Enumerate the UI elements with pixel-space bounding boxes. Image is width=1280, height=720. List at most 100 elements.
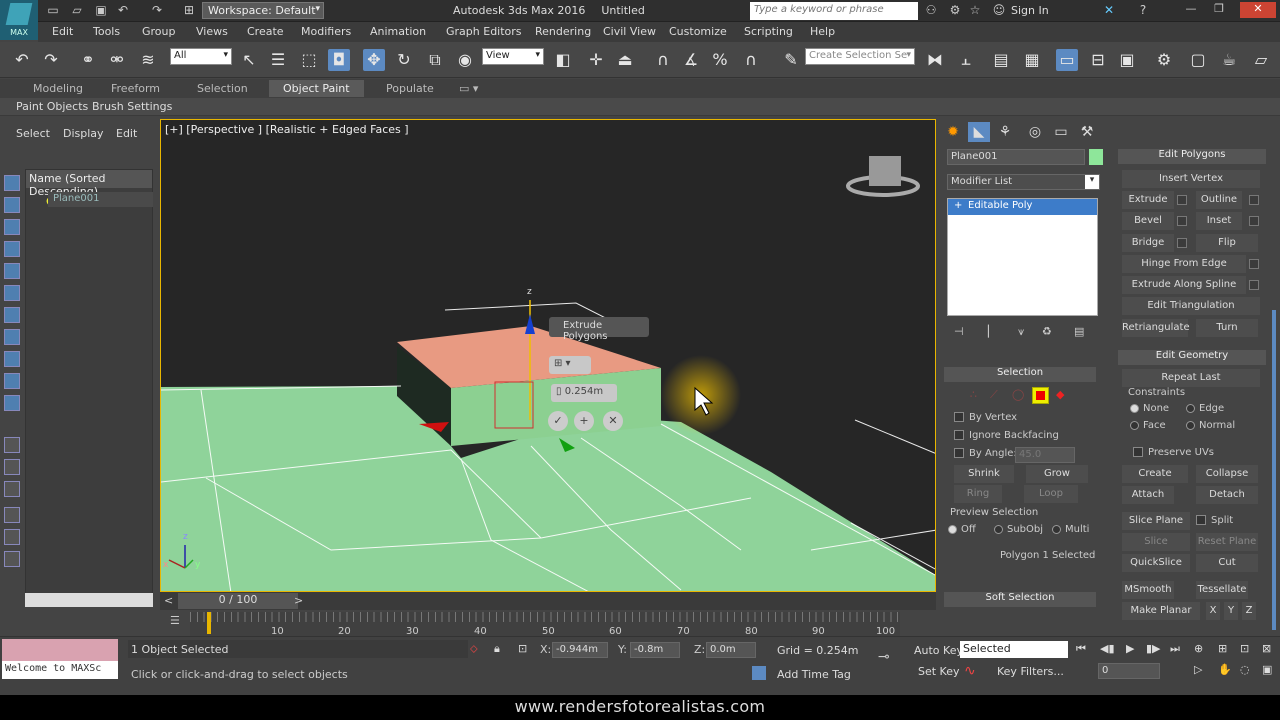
set-keys-icon[interactable]: ∿ [964, 663, 976, 679]
preview-subobj-radio[interactable]: SubObj [994, 524, 1043, 535]
link-icon[interactable]: ⚭ [77, 49, 99, 71]
material-editor-icon[interactable]: ▣ [1116, 49, 1138, 71]
cut-button[interactable]: Cut [1196, 554, 1258, 572]
scale-icon[interactable]: ⧉ [424, 49, 446, 71]
manipulate-icon[interactable]: ✛ [585, 49, 607, 71]
display-shapes-icon[interactable] [4, 219, 20, 235]
planar-z-button[interactable]: Z [1242, 602, 1256, 620]
polygon-mode-icon[interactable] [1032, 387, 1049, 404]
tab-selection[interactable]: Selection [197, 82, 248, 95]
set-key-button[interactable]: Set Key [918, 665, 960, 678]
edit-triangulation-button[interactable]: Edit Triangulation [1122, 297, 1260, 315]
zoom-extents-all-icon[interactable]: ⊠ [1262, 642, 1271, 655]
edit-polygons-header[interactable]: Edit Polygons [1118, 149, 1266, 164]
modifier-list-dropdown[interactable]: Modifier List ▾ [947, 174, 1100, 190]
gizmo-z-arrow[interactable] [525, 314, 535, 334]
shrink-button[interactable]: Shrink [954, 465, 1014, 483]
preview-multi-radio[interactable]: Multi [1052, 524, 1089, 535]
render-setup-icon[interactable]: ⚙ [1153, 49, 1175, 71]
insert-vertex-button[interactable]: Insert Vertex [1122, 170, 1260, 188]
extrude-along-spline-button[interactable]: Extrude Along Spline [1122, 276, 1246, 294]
mirror-icon[interactable]: ⧓ [924, 49, 946, 71]
hinge-from-edge-button[interactable]: Hinge From Edge [1122, 255, 1246, 273]
redo-icon[interactable]: ↷ [40, 49, 62, 71]
turn-button[interactable]: Turn [1196, 319, 1258, 337]
menu-scripting[interactable]: Scripting [744, 25, 793, 38]
panel-brush-settings[interactable]: Brush Settings [92, 100, 172, 113]
menu-tools[interactable]: Tools [93, 25, 120, 38]
display-all-icon[interactable] [4, 437, 20, 453]
caddy-cancel-icon[interactable]: ✕ [603, 411, 623, 431]
display-containers-icon[interactable] [4, 395, 20, 411]
search-input[interactable]: Type a keyword or phrase [750, 2, 918, 20]
render-production-icon[interactable]: ☕ [1218, 49, 1240, 71]
outline-button[interactable]: Outline [1196, 191, 1242, 209]
rect-region-icon[interactable]: ⬚ [298, 49, 320, 71]
scene-tab-display[interactable]: Display [63, 127, 104, 140]
tab-modeling[interactable]: Modeling [33, 82, 83, 95]
track-bar-icon[interactable]: ☰ [170, 614, 180, 627]
hinge-settings-icon[interactable] [1249, 259, 1259, 269]
configure-sets-icon[interactable]: ▤ [1074, 325, 1084, 338]
layer-explorer-icon[interactable]: ▤ [990, 49, 1012, 71]
menu-create[interactable]: Create [247, 25, 284, 38]
select-none-icon[interactable] [4, 459, 20, 475]
display-geometry-icon[interactable] [4, 197, 20, 213]
subscription-icon[interactable]: ⚙ [948, 3, 962, 17]
select-object-icon[interactable]: ↖ [238, 49, 260, 71]
restore-icon[interactable]: ❐ [1208, 2, 1230, 18]
preserve-uvs-checkbox[interactable]: Preserve UVs [1133, 447, 1214, 458]
extrude-settings-icon[interactable] [1177, 195, 1187, 205]
make-unique-icon[interactable]: ⩛ [1018, 325, 1024, 339]
command-panel-scrollbar[interactable] [1272, 310, 1276, 630]
maxscript-listener-output[interactable]: Welcome to MAXSc [2, 661, 118, 679]
menu-modifiers[interactable]: Modifiers [301, 25, 351, 38]
by-vertex-checkbox[interactable]: By Vertex [954, 412, 1017, 423]
menu-rendering[interactable]: Rendering [535, 25, 591, 38]
spinner-snap-icon[interactable]: ∩ [740, 49, 762, 71]
time-slider[interactable]: < 0 / 100 > [160, 592, 936, 610]
tessellate-button[interactable]: Tessellate [1196, 581, 1248, 599]
menu-group[interactable]: Group [142, 25, 176, 38]
angle-snap-icon[interactable]: ∡ [680, 49, 702, 71]
current-frame-field[interactable]: 0 [1098, 663, 1160, 679]
flip-button[interactable]: Flip [1196, 234, 1258, 252]
create-button[interactable]: Create [1122, 465, 1188, 483]
schematic-view-icon[interactable]: ⊟ [1087, 49, 1109, 71]
undo-icon[interactable]: ↶ [11, 49, 33, 71]
menu-views[interactable]: Views [196, 25, 228, 38]
menu-customize[interactable]: Customize [669, 25, 727, 38]
remove-modifier-icon[interactable]: ♻ [1042, 325, 1052, 338]
bridge-button[interactable]: Bridge [1122, 234, 1174, 252]
tab-freeform[interactable]: Freeform [111, 82, 160, 95]
ribbon-options-icon[interactable]: ▭ ▾ [459, 82, 478, 95]
filter-icon[interactable] [4, 507, 20, 523]
reference-coord-dropdown[interactable]: View [482, 48, 544, 65]
open-file-icon[interactable]: ▱ [70, 3, 84, 17]
planar-x-button[interactable]: X [1206, 602, 1220, 620]
motion-tab-icon[interactable]: ◎ [1024, 122, 1046, 142]
sign-in-link[interactable]: Sign In [1011, 4, 1049, 17]
ring-button[interactable]: Ring [954, 485, 1002, 503]
display-spacewarps-icon[interactable] [4, 307, 20, 323]
display-none-icon[interactable] [4, 175, 20, 191]
edit-geometry-header[interactable]: Edit Geometry [1118, 350, 1266, 365]
bevel-settings-icon[interactable] [1177, 216, 1187, 226]
prev-frame-icon[interactable]: ◀▮ [1100, 642, 1115, 655]
inset-button[interactable]: Inset [1196, 212, 1242, 230]
selection-lock-icon[interactable]: 🔒︎ [494, 642, 500, 656]
constraint-normal-radio[interactable]: Normal [1186, 420, 1235, 431]
caddy-height-field[interactable]: ▯ 0.254m [551, 384, 617, 402]
object-name-field[interactable]: Plane001 [947, 149, 1085, 165]
absolute-mode-icon[interactable]: ⊡ [518, 642, 527, 655]
menu-animation[interactable]: Animation [370, 25, 426, 38]
workspace-dropdown[interactable]: Workspace: Default [202, 2, 324, 19]
retriangulate-button[interactable]: Retriangulate [1122, 319, 1190, 337]
perspective-viewport[interactable]: [+] [Perspective ] [Realistic + Edged Fa… [160, 119, 936, 592]
reset-plane-button[interactable]: Reset Plane [1196, 533, 1258, 551]
slice-button[interactable]: Slice [1122, 533, 1190, 551]
slice-plane-button[interactable]: Slice Plane [1122, 512, 1190, 530]
object-color-swatch[interactable] [1089, 149, 1103, 165]
utilities-tab-icon[interactable]: ⚒ [1076, 122, 1098, 142]
display-groups-icon[interactable] [4, 329, 20, 345]
